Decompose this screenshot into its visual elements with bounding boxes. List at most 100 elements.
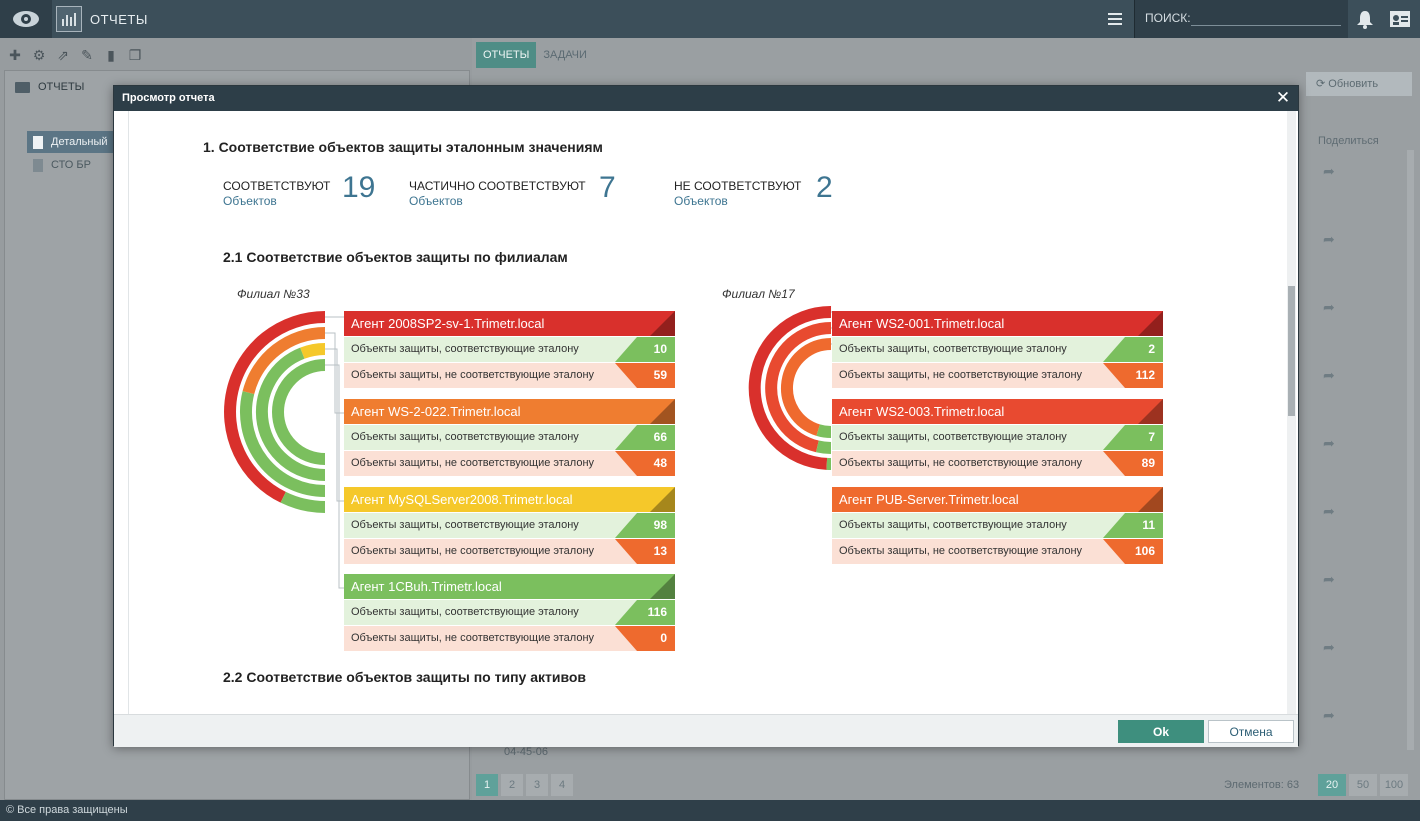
document-icon xyxy=(33,158,43,172)
agent-bad-row: Объекты защиты, не соответствующие этало… xyxy=(832,538,1163,564)
bell-icon[interactable] xyxy=(1354,8,1376,30)
agent-bad-row: Объекты защиты, не соответствующие этало… xyxy=(344,538,675,564)
agent-bad-row: Объекты защиты, не соответствующие этало… xyxy=(832,362,1163,388)
ok-button[interactable]: Ok xyxy=(1118,720,1204,743)
copy-icon[interactable]: ❐ xyxy=(126,46,144,64)
edit-icon[interactable]: ✎ xyxy=(78,46,96,64)
tree-toolbar: ✚ ⚙ ⇗ ✎ ▮ ❐ xyxy=(6,46,144,64)
ring-bad-segment xyxy=(300,342,326,359)
ok-count: 2 xyxy=(1103,337,1163,362)
agent-bad-row: Объекты защиты, не соответствующие этало… xyxy=(344,625,675,651)
per-page-selector: 20 50 100 xyxy=(1318,774,1408,796)
branch-17-ring-diagram xyxy=(748,306,839,470)
agent-card: Агент PUB-Server.Trimetr.local Объекты з… xyxy=(832,487,1163,564)
share-icon[interactable]: ➦ xyxy=(1323,436,1337,450)
document-icon xyxy=(33,135,43,149)
add-icon[interactable]: ✚ xyxy=(6,46,24,64)
hamburger-menu-icon[interactable] xyxy=(1106,10,1126,28)
settings-icon[interactable]: ⚙ xyxy=(30,46,48,64)
search-label: ПОИСК: xyxy=(1145,11,1191,25)
agent-ok-row: Объекты защиты, соответствующие эталону 1… xyxy=(344,599,675,625)
share-icon[interactable]: ➦ xyxy=(1323,708,1337,722)
share-icon[interactable]: ➦ xyxy=(1323,368,1337,382)
stat-partial: ЧАСТИЧНО СООТВЕТСТВУЮТ Объектов 7 xyxy=(409,171,616,208)
per-page-option[interactable]: 100 xyxy=(1380,774,1408,796)
ok-count: 11 xyxy=(1103,513,1163,538)
stat-sub: Объектов xyxy=(223,194,277,208)
app-title: ОТЧЕТЫ xyxy=(90,12,148,27)
tab-reports[interactable]: ОТЧЕТЫ xyxy=(476,42,537,68)
ring-ok-segment xyxy=(816,440,832,454)
page-button[interactable]: 1 xyxy=(476,774,498,796)
share-icon[interactable]: ➦ xyxy=(1323,232,1337,246)
refresh-button[interactable]: ⟳ Обновить xyxy=(1306,72,1412,96)
agent-card: Агент WS2-003.Trimetr.local Объекты защи… xyxy=(832,399,1163,476)
stat-sub: Объектов xyxy=(674,194,728,208)
close-icon[interactable]: ✕ xyxy=(1274,89,1292,107)
section-2-2-title: 2.2 Соответствие объектов защиты по типу… xyxy=(223,669,587,685)
cancel-button[interactable]: Отмена xyxy=(1208,720,1294,743)
agent-name: Агент 2008SP2-sv-1.Trimetr.local xyxy=(344,311,675,336)
agent-name: Агент PUB-Server.Trimetr.local xyxy=(832,487,1163,512)
tab-tasks[interactable]: ЗАДАЧИ xyxy=(536,42,594,68)
branch-title: Филиал №17 xyxy=(722,287,795,301)
page-button[interactable]: 3 xyxy=(526,774,548,796)
share-icon[interactable]: ➦ xyxy=(1323,164,1337,178)
agent-card: Агент WS-2-022.Trimetr.local Объекты защ… xyxy=(344,399,675,476)
tree-root[interactable]: ОТЧЕТЫ xyxy=(15,81,84,93)
ring-bad-segment xyxy=(781,338,832,436)
section-1-title: 1. Соответствие объектов защиты эталонны… xyxy=(203,139,603,155)
stat-compliant: СООТВЕТСТВУЮТ Объектов 19 xyxy=(223,171,375,208)
agent-bad-row: Объекты защиты, не соответствующие этало… xyxy=(832,450,1163,476)
report-body: 1. Соответствие объектов защиты эталонны… xyxy=(128,111,1284,714)
tree-item-label: Детальный xyxy=(51,136,108,148)
tree-item-detailed[interactable]: Детальный xyxy=(27,131,127,153)
report-preview-modal: Просмотр отчета ✕ 1. Соответствие объект… xyxy=(113,85,1299,747)
bad-count: 0 xyxy=(615,626,675,651)
agent-name: Агент 1CBuh.Trimetr.local xyxy=(344,574,675,599)
agent-card: Агент MySQLServer2008.Trimetr.local Объе… xyxy=(344,487,675,564)
footer: © Все права защищены xyxy=(0,800,1420,821)
per-page-option[interactable]: 50 xyxy=(1349,774,1377,796)
agent-bad-row: Объекты защиты, не соответствующие этало… xyxy=(344,362,675,388)
delete-icon[interactable]: ▮ xyxy=(102,46,120,64)
stat-label: ЧАСТИЧНО СООТВЕТСТВУЮТ xyxy=(409,179,586,193)
ok-count: 10 xyxy=(615,337,675,362)
bad-count: 112 xyxy=(1103,363,1163,388)
modal-scrollbar[interactable] xyxy=(1287,111,1296,714)
stat-value: 2 xyxy=(816,171,833,204)
stat-noncompliant: НЕ СООТВЕТСТВУЮТ Объектов 2 xyxy=(674,171,833,208)
stat-sub: Объектов xyxy=(409,194,463,208)
bad-count: 106 xyxy=(1103,539,1163,564)
page-button[interactable]: 4 xyxy=(551,774,573,796)
share-icon[interactable]: ➦ xyxy=(1323,640,1337,654)
agent-ok-row: Объекты защиты, соответствующие эталону 1… xyxy=(344,336,675,362)
ring-ok-segment xyxy=(272,359,326,465)
stat-value: 19 xyxy=(342,171,376,204)
modal-title: Просмотр отчета xyxy=(122,92,215,104)
share-icon[interactable]: ➦ xyxy=(1323,300,1337,314)
eye-logo-icon[interactable] xyxy=(0,0,52,38)
tree-item-label: СТО БР xyxy=(51,159,91,171)
agent-card: Агент WS2-001.Trimetr.local Объекты защи… xyxy=(832,311,1163,388)
agent-name: Агент WS2-003.Trimetr.local xyxy=(832,399,1163,424)
search-input[interactable] xyxy=(1191,8,1341,26)
pagination: 1 2 3 4 xyxy=(476,774,573,796)
per-page-option[interactable]: 20 xyxy=(1318,774,1346,796)
agent-ok-row: Объекты защиты, соответствующие эталону 2 xyxy=(832,336,1163,362)
share-icon[interactable]: ➦ xyxy=(1323,572,1337,586)
tab-bar: ОТЧЕТЫ ЗАДАЧИ xyxy=(476,42,594,68)
bad-count: 89 xyxy=(1103,451,1163,476)
user-card-icon[interactable] xyxy=(1388,7,1412,31)
list-scrollbar[interactable] xyxy=(1407,150,1414,750)
ring-ok-segment xyxy=(280,491,326,513)
export-icon[interactable]: ⇗ xyxy=(54,46,72,64)
agent-ok-row: Объекты защиты, соответствующие эталону 7 xyxy=(832,424,1163,450)
page-button[interactable]: 2 xyxy=(501,774,523,796)
tree-item-sto-br[interactable]: СТО БР xyxy=(27,154,127,176)
share-icon[interactable]: ➦ xyxy=(1323,504,1337,518)
modal-footer: Ok Отмена xyxy=(114,714,1298,747)
scrollbar-thumb[interactable] xyxy=(1288,286,1295,416)
ok-count: 116 xyxy=(615,600,675,625)
agent-card: Агент 1CBuh.Trimetr.local Объекты защиты… xyxy=(344,574,675,651)
